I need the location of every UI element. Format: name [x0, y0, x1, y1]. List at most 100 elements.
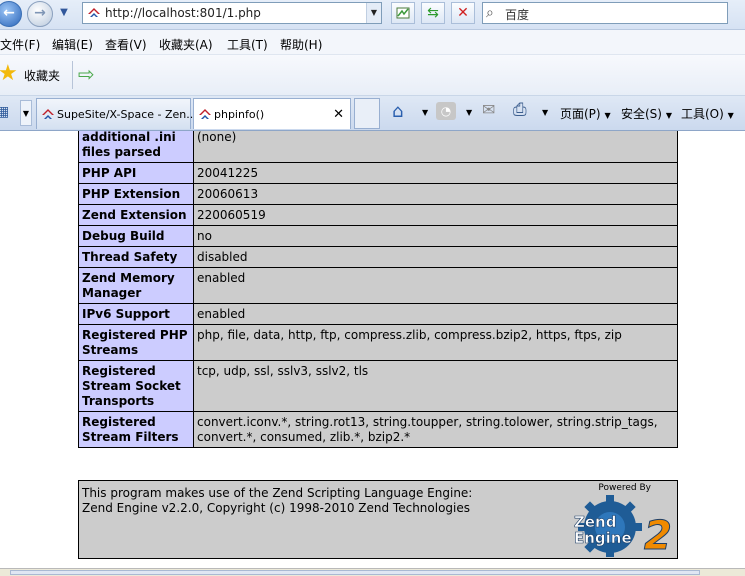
tab-label: SupeSite/X-Space - Zen... — [57, 108, 197, 121]
tab-phpinfo[interactable]: phpinfo() ✕ — [193, 98, 351, 129]
tab-list-dropdown[interactable]: ▼ — [20, 100, 32, 126]
chevron-down-icon: ▼ — [665, 111, 672, 120]
stop-icon: ✕ — [457, 5, 469, 21]
setting-value: 220060519 — [193, 204, 678, 226]
address-dropdown[interactable]: ▼ — [366, 3, 381, 23]
setting-value: enabled — [193, 303, 678, 325]
setting-value: enabled — [193, 267, 678, 304]
home-icon[interactable]: ⌂ — [392, 101, 403, 122]
setting-value: convert.iconv.*, string.rot13, string.to… — [193, 411, 678, 448]
menu-edit[interactable]: 编辑(E) — [52, 36, 93, 53]
refresh-icon: ⇆ — [427, 5, 439, 21]
page-favicon-icon — [88, 8, 100, 17]
scrollbar-thumb[interactable] — [10, 570, 700, 575]
zend-engine-logo[interactable]: 2 Zend Engine — [558, 483, 673, 557]
address-bar[interactable]: http://localhost:801/1.php ▼ — [82, 2, 382, 24]
favorites-separator — [72, 61, 73, 89]
tab-favicon-icon — [42, 109, 54, 119]
setting-value: 20060613 — [193, 183, 678, 205]
page-menu-button[interactable]: 页面(P) ▼ — [560, 105, 611, 122]
add-to-favorites-bar-icon[interactable]: ⇨ — [78, 62, 95, 86]
favorites-bar: ★ 收藏夹 ⇨ — [0, 55, 745, 96]
favorites-label: 收藏夹 — [24, 69, 61, 83]
zend-engine-box: This program makes use of the Zend Scrip… — [78, 480, 678, 559]
setting-name: IPv6 Support — [78, 303, 194, 325]
quick-tabs-icon[interactable]: ▦ — [0, 104, 9, 120]
setting-name: Debug Build — [78, 225, 194, 247]
chevron-down-icon: ▼ — [604, 111, 611, 120]
tools-menu-label: 工具(O) — [681, 107, 724, 121]
setting-name: PHP Extension — [78, 183, 194, 205]
setting-name: Registered PHP Streams — [78, 324, 194, 361]
compatibility-view-button[interactable] — [391, 2, 415, 24]
menu-bar: 文件(F) 编辑(E) 查看(V) 收藏夹(A) 工具(T) 帮助(H) — [0, 30, 745, 55]
zend-line-1: This program makes use of the Zend Scrip… — [82, 486, 473, 500]
table-row: Registered Stream Socket Transports tcp, … — [78, 360, 678, 412]
tab-label: phpinfo() — [214, 108, 265, 121]
setting-value: no — [193, 225, 678, 247]
safety-menu-label: 安全(S) — [621, 107, 662, 121]
stop-button[interactable]: ✕ — [451, 2, 475, 24]
zend-credit-text: This program makes use of the Zend Scrip… — [82, 486, 472, 516]
zend-logo-word-2: Engine — [574, 529, 632, 547]
table-row: Debug Build no — [78, 225, 678, 247]
tab-favicon-icon — [199, 109, 211, 119]
phpinfo-table: additional .ini files parsed (none) PHP AP… — [78, 131, 678, 448]
menu-tools[interactable]: 工具(T) — [227, 36, 268, 53]
setting-value: disabled — [193, 246, 678, 268]
tools-menu-button[interactable]: 工具(O) ▼ — [681, 105, 734, 122]
address-text[interactable]: http://localhost:801/1.php — [105, 6, 261, 20]
new-tab-button[interactable] — [354, 98, 380, 129]
back-button[interactable]: ← — [0, 1, 22, 27]
setting-value: (none) — [193, 131, 678, 163]
table-row: additional .ini files parsed (none) — [78, 131, 678, 163]
safety-menu-button[interactable]: 安全(S) ▼ — [621, 105, 672, 122]
setting-value: php, file, data, http, ftp, compress.zli… — [193, 324, 678, 361]
refresh-button[interactable]: ⇆ — [421, 2, 445, 24]
menu-help[interactable]: 帮助(H) — [280, 36, 322, 53]
recent-pages-dropdown[interactable]: ▼ — [57, 7, 71, 21]
table-row: IPv6 Support enabled — [78, 303, 678, 325]
feeds-dropdown[interactable]: ▼ — [466, 108, 472, 117]
back-arrow-icon: ← — [3, 5, 15, 21]
table-row: Thread Safety disabled — [78, 246, 678, 268]
table-row: Zend Extension 220060519 — [78, 204, 678, 226]
table-row: Registered Stream Filters convert.iconv.*… — [78, 411, 678, 448]
setting-name: Thread Safety — [78, 246, 194, 268]
tab-supesite[interactable]: SupeSite/X-Space - Zen... — [36, 98, 197, 129]
setting-name: Zend Extension — [78, 204, 194, 226]
close-tab-icon[interactable]: ✕ — [333, 107, 344, 122]
setting-name: Registered Stream Socket Transports — [78, 360, 194, 412]
table-row: PHP API 20041225 — [78, 162, 678, 184]
home-dropdown[interactable]: ▼ — [422, 108, 428, 117]
page-content: additional .ini files parsed (none) PHP AP… — [0, 131, 745, 568]
menu-view[interactable]: 查看(V) — [105, 36, 147, 53]
page-menu-label: 页面(P) — [560, 107, 601, 121]
menu-favorites[interactable]: 收藏夹(A) — [159, 36, 213, 53]
search-icon: ⌕ — [486, 5, 494, 21]
tab-bar: ▦ ▼ SupeSite/X-Space - Zen... phpinfo() … — [0, 96, 745, 131]
menu-file[interactable]: 文件(F) — [0, 36, 40, 53]
table-row: Zend Memory Manager enabled — [78, 267, 678, 304]
print-icon[interactable]: ⎙ — [513, 100, 527, 120]
chevron-down-icon: ▼ — [727, 111, 734, 120]
print-dropdown[interactable]: ▼ — [542, 108, 548, 117]
address-toolbar: ← → ▼ http://localhost:801/1.php ▼ ⇆ ✕ ⌕… — [0, 0, 745, 30]
search-input[interactable]: 百度 — [505, 6, 529, 23]
compatibility-icon — [396, 7, 410, 19]
setting-name: Registered Stream Filters — [78, 411, 194, 448]
zend-line-2: Zend Engine v2.2.0, Copyright (c) 1998-2… — [82, 501, 471, 515]
setting-value: tcp, udp, ssl, sslv3, sslv2, tls — [193, 360, 678, 412]
rss-feed-icon[interactable]: ◔ — [436, 102, 456, 120]
table-row: Registered PHP Streams php, file, data, h… — [78, 324, 678, 361]
favorites-star-icon: ★ — [0, 61, 18, 86]
table-row: PHP Extension 20060613 — [78, 183, 678, 205]
mail-icon[interactable]: ✉ — [482, 100, 495, 119]
search-box[interactable]: ⌕ 百度 — [482, 2, 728, 24]
setting-name: PHP API — [78, 162, 194, 184]
forward-arrow-icon: → — [34, 5, 46, 21]
setting-name: Zend Memory Manager — [78, 267, 194, 304]
setting-name: additional .ini files parsed — [78, 131, 194, 163]
setting-value: 20041225 — [193, 162, 678, 184]
forward-button[interactable]: → — [27, 1, 53, 27]
